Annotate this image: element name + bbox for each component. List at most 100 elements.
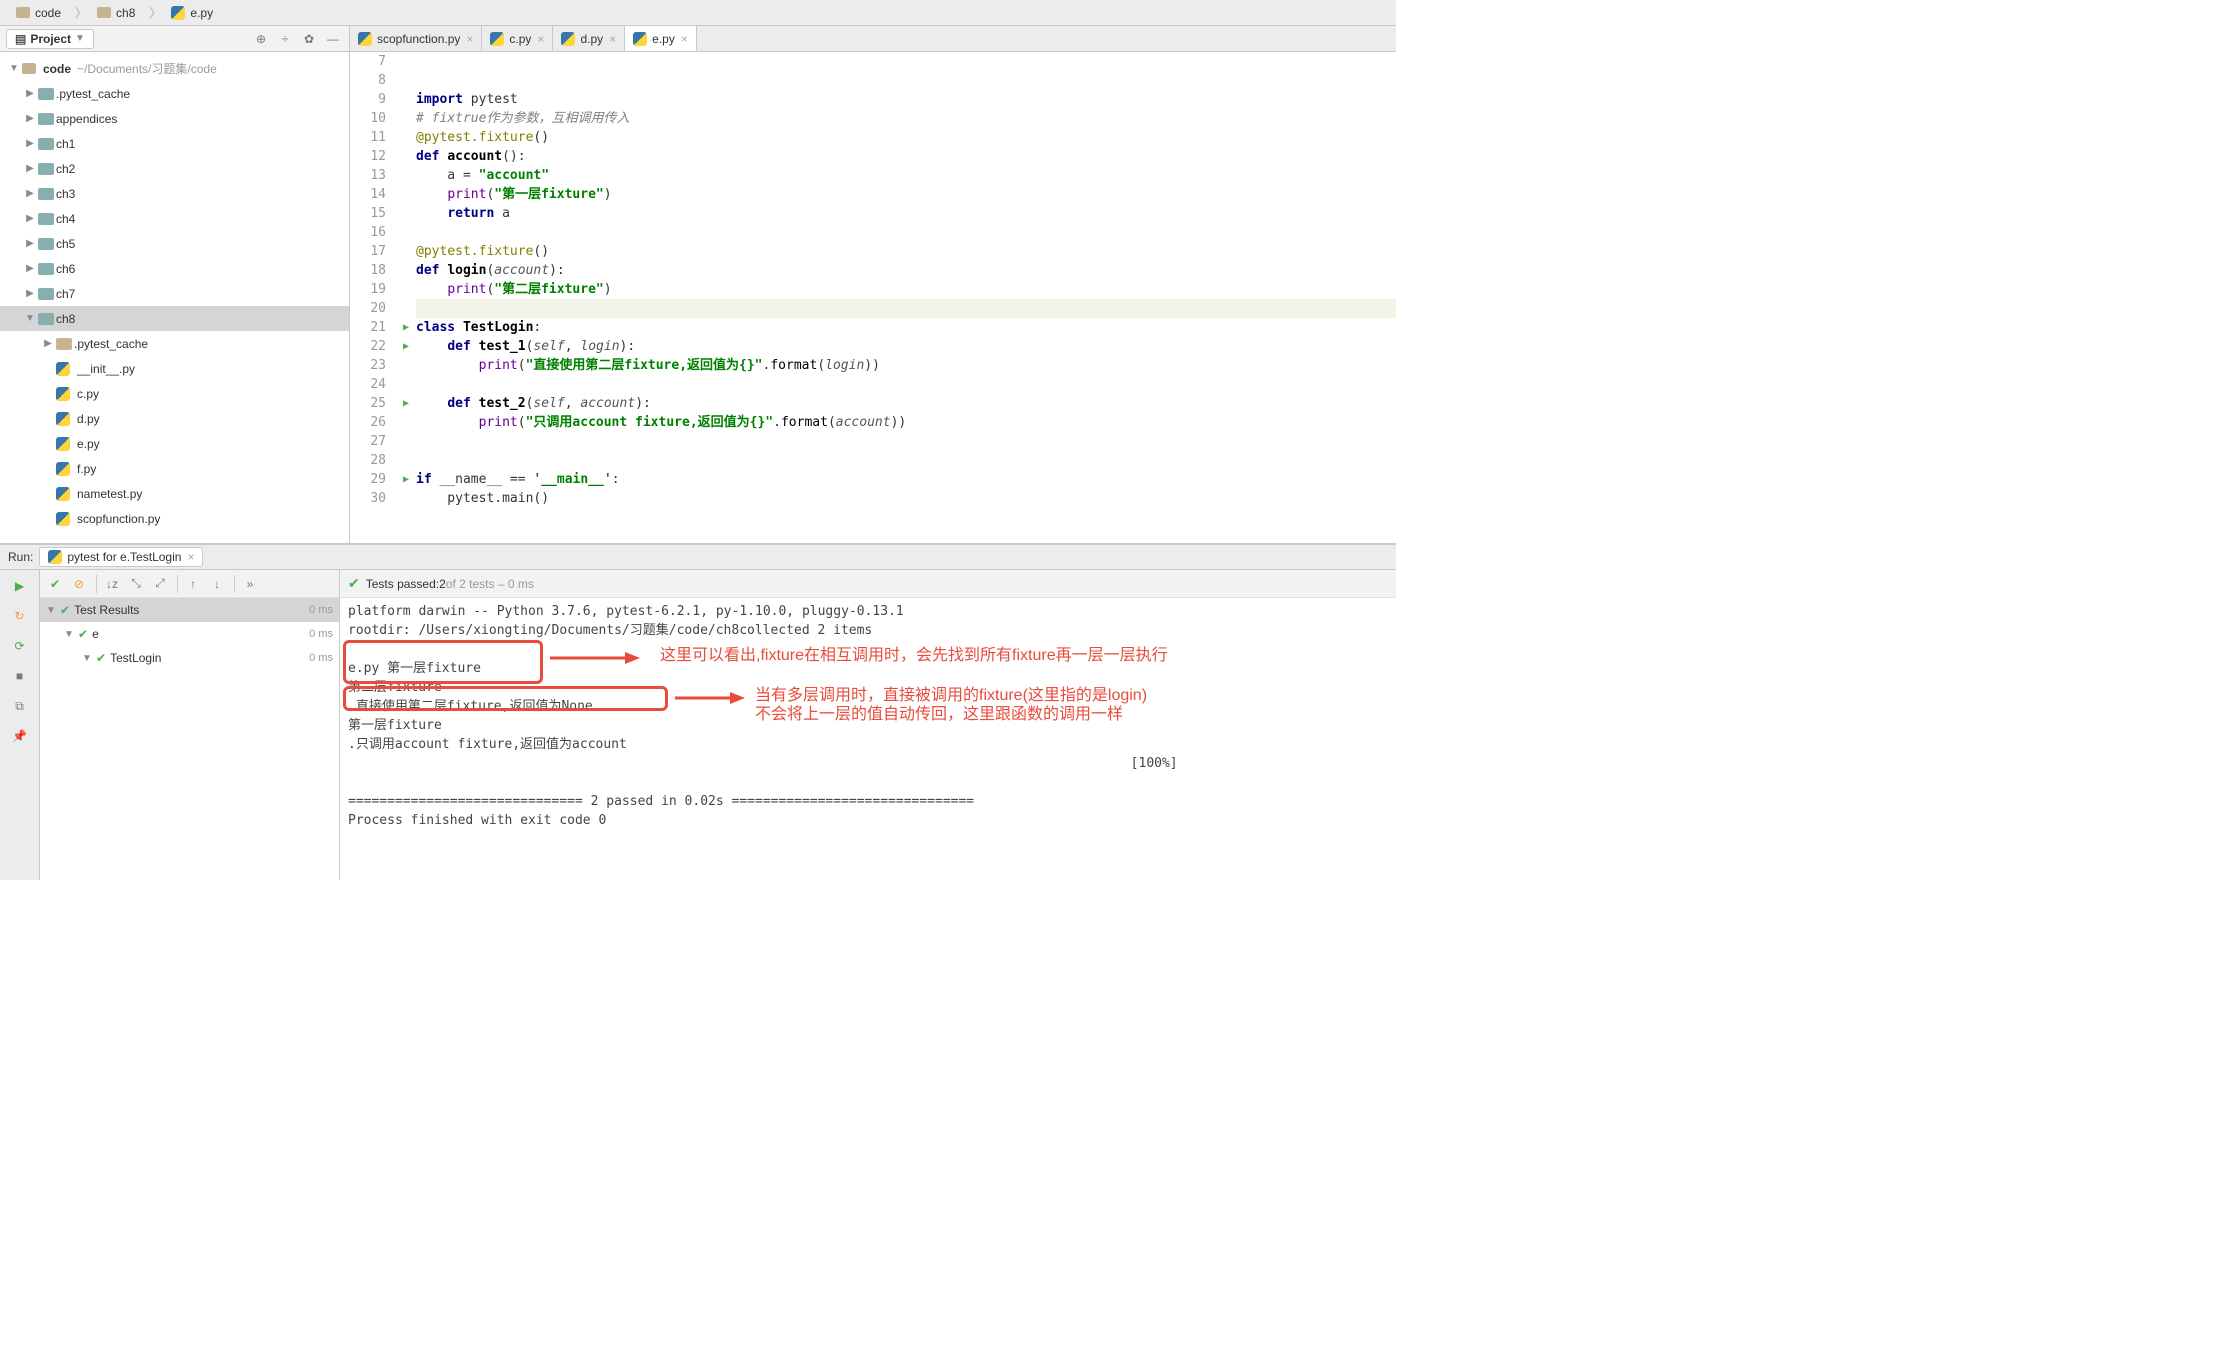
close-icon[interactable]: × <box>681 32 688 46</box>
test-tree-row[interactable]: ▼✔TestLogin0 ms <box>40 646 339 670</box>
run-gutter-icon <box>396 413 416 432</box>
tree-row[interactable]: ▶.pytest_cache <box>0 81 349 106</box>
run-gutter-icon[interactable]: ▶ <box>396 337 416 356</box>
tree-row[interactable]: ▶ch6 <box>0 256 349 281</box>
tree-root[interactable]: ▼ code ~/Documents/习题集/code <box>0 56 349 81</box>
expand-icon[interactable]: ⤡ <box>125 573 147 595</box>
console-output[interactable]: 这里可以看出,fixture在相互调用时，会先找到所有fixture再一层一层执… <box>340 598 1396 880</box>
expand-icon[interactable]: ▶ <box>22 188 38 199</box>
crumb-code[interactable]: code <box>8 4 69 22</box>
tree-row[interactable]: ▶ch2 <box>0 156 349 181</box>
run-toolbar-left: ▶ ↻ ⟳ ■ ⧉ 📌 <box>0 570 40 880</box>
tree-label: ch5 <box>56 237 75 251</box>
toggle-auto-button[interactable]: ⟳ <box>8 634 32 658</box>
stop-button[interactable]: ■ <box>8 664 32 688</box>
gear-icon[interactable]: ✿ <box>299 29 319 49</box>
code-content[interactable]: import pytest# fixtrue作为参数，互相调用传入@pytest… <box>416 52 1396 543</box>
run-gutter-icon <box>396 204 416 223</box>
tree-row[interactable]: ▶ch4 <box>0 206 349 231</box>
tree-row[interactable]: ▶.pytest_cache <box>0 331 349 356</box>
tree-row[interactable]: ▶ ch5 <box>0 231 349 256</box>
tree-row[interactable]: ▶ch3 <box>0 181 349 206</box>
collapse-icon[interactable]: ÷ <box>275 29 295 49</box>
check-icon: ✔ <box>78 627 88 641</box>
project-tree[interactable]: ▼ code ~/Documents/习题集/code ▶.pytest_cac… <box>0 52 349 543</box>
chevron-down-icon: ▼ <box>6 63 22 74</box>
editor-tab[interactable]: scopfunction.py× <box>350 26 482 51</box>
editor-tab[interactable]: e.py × <box>625 26 697 51</box>
run-gutter-icon <box>396 299 416 318</box>
close-icon[interactable]: × <box>609 32 616 46</box>
run-gutter-icon[interactable]: ▶ <box>396 394 416 413</box>
show-ignored-icon[interactable]: ⊘ <box>68 573 90 595</box>
run-gutter-icon[interactable]: ▶ <box>396 318 416 337</box>
editor-tab[interactable]: d.py× <box>553 26 625 51</box>
run-button[interactable]: ▶ <box>8 574 32 598</box>
sort-icon[interactable]: ↓z <box>101 573 123 595</box>
chevron-right-icon: 〉 <box>75 4 87 21</box>
expand-icon[interactable]: ▶ <box>22 263 38 274</box>
python-icon <box>56 487 70 501</box>
expand-icon[interactable]: ▼ <box>22 313 38 324</box>
run-gutter-icon <box>396 90 416 109</box>
tree-row[interactable]: f.py <box>0 456 349 481</box>
annotation-text: 这里可以看出,fixture在相互调用时，会先找到所有fixture再一层一层执… <box>660 646 1168 665</box>
export-icon[interactable]: » <box>239 573 261 595</box>
crumb-label: ch8 <box>116 6 135 20</box>
tree-row[interactable]: __init__.py <box>0 356 349 381</box>
editor-tab[interactable]: c.py× <box>482 26 553 51</box>
test-label: TestLogin <box>110 651 161 665</box>
close-icon[interactable]: × <box>466 32 473 46</box>
prev-icon[interactable]: ↑ <box>182 573 204 595</box>
hide-icon[interactable]: — <box>323 29 343 49</box>
project-selector[interactable]: ▤ Project ▼ <box>6 29 94 49</box>
expand-icon[interactable]: ▶ <box>22 288 38 299</box>
expand-icon[interactable]: ▶ <box>40 338 56 349</box>
tree-row[interactable]: nametest.py <box>0 481 349 506</box>
locate-icon[interactable]: ⊕ <box>251 29 271 49</box>
folder-icon <box>56 338 72 350</box>
tree-row[interactable]: ▶appendices <box>0 106 349 131</box>
annotation-text: 当有多层调用时，直接被调用的fixture(这里指的是login) 不会将上一层… <box>755 686 1147 724</box>
test-tree[interactable]: ▼✔Test Results0 ms▼✔e0 ms▼✔TestLogin0 ms <box>40 598 339 880</box>
next-icon[interactable]: ↓ <box>206 573 228 595</box>
tree-row[interactable]: e.py <box>0 431 349 456</box>
gutter-markers: ▶▶▶▶ <box>396 52 416 543</box>
expand-icon[interactable]: ▶ <box>22 213 38 224</box>
expand-icon[interactable]: ▶ <box>22 238 38 249</box>
python-icon <box>56 412 70 426</box>
crumb-file[interactable]: e.py <box>163 4 221 22</box>
expand-icon[interactable]: ▶ <box>22 113 38 124</box>
tree-row[interactable]: d.py <box>0 406 349 431</box>
run-gutter-icon[interactable]: ▶ <box>396 470 416 489</box>
crumb-ch8[interactable]: ch8 <box>89 4 143 22</box>
breadcrumb: code 〉 ch8 〉 e.py <box>0 0 1396 26</box>
tree-row[interactable]: ▼ch8 <box>0 306 349 331</box>
pin-icon[interactable]: 📌 <box>8 724 32 748</box>
close-icon[interactable]: × <box>187 550 194 564</box>
layout-button[interactable]: ⧉ <box>8 694 32 718</box>
expand-icon[interactable]: ▶ <box>22 88 38 99</box>
rerun-failed-button[interactable]: ↻ <box>8 604 32 628</box>
close-icon[interactable]: × <box>537 32 544 46</box>
crumb-label: e.py <box>190 6 213 20</box>
tree-row[interactable]: scopfunction.py <box>0 506 349 531</box>
tree-row[interactable]: ▶ch7 <box>0 281 349 306</box>
test-tree-row[interactable]: ▼✔e0 ms <box>40 622 339 646</box>
expand-icon[interactable]: ▶ <box>22 138 38 149</box>
tree-row[interactable]: ▶ch1 <box>0 131 349 156</box>
tab-label: e.py <box>652 32 675 46</box>
tree-row[interactable]: c.py <box>0 381 349 406</box>
test-tree-row[interactable]: ▼✔Test Results0 ms <box>40 598 339 622</box>
python-icon <box>56 462 70 476</box>
expand-icon[interactable]: ▶ <box>22 163 38 174</box>
test-results-panel: ✔ ⊘ ↓z ⤡ ⤢ ↑ ↓ » ▼✔Test Results0 ms▼✔e0 … <box>40 570 340 880</box>
run-gutter-icon <box>396 280 416 299</box>
run-gutter-icon <box>396 242 416 261</box>
line-numbers: 7891011121314151617181920212223242526272… <box>350 52 396 543</box>
code-area[interactable]: 7891011121314151617181920212223242526272… <box>350 52 1396 543</box>
run-config-tab[interactable]: pytest for e.TestLogin × <box>39 547 203 567</box>
collapse-icon[interactable]: ⤢ <box>149 573 171 595</box>
python-icon <box>56 387 70 401</box>
show-passed-icon[interactable]: ✔ <box>44 573 66 595</box>
